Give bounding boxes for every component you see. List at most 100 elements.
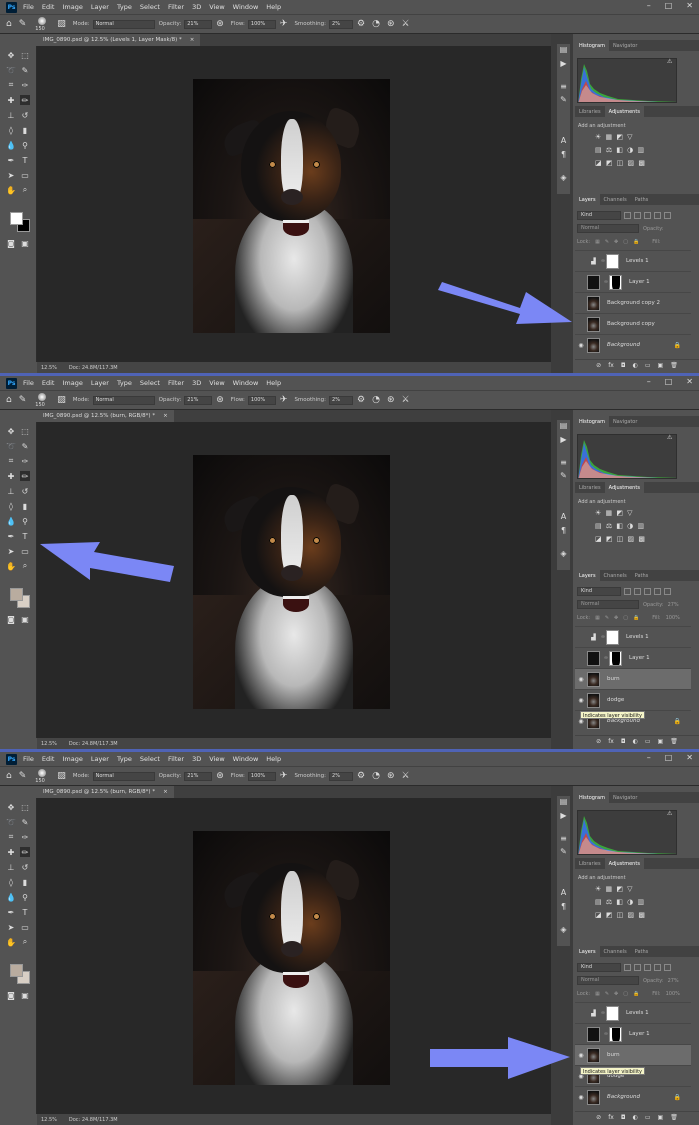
foreground-color-swatch[interactable] [10,212,23,225]
filter-pixel-icon[interactable] [624,588,631,595]
actions-icon[interactable]: ▶ [557,810,570,821]
pressure-size-icon[interactable]: ⊛ [387,19,395,29]
menu-window[interactable]: Window [233,379,259,387]
menu-3d[interactable]: 3D [192,755,201,763]
brush-tool-icon[interactable]: ✏ [20,847,30,857]
zoom-tool-icon[interactable]: ⌕ [20,561,30,571]
healing-brush-icon[interactable]: ✚ [6,847,16,857]
adjustment-buttons[interactable]: ☀ ▦ ◩ ▽ ▤ ⚖ ◧ ◑ ▥ ◪ ◩ ◫ ▨ ▩ [595,883,675,922]
dog-photo[interactable] [193,831,390,1085]
layer-thumbnail[interactable] [587,650,600,666]
brush-angle-icon[interactable]: ◔ [372,395,380,405]
lock-move-icon[interactable]: ✥ [614,239,618,245]
new-group-icon[interactable]: ▭ [645,1114,651,1121]
eye-visibility-icon[interactable]: ◉ [575,342,587,349]
pressure-opacity-icon[interactable]: ⊛ [216,395,224,405]
pressure-size-icon[interactable]: ⊛ [387,395,395,405]
new-layer-icon[interactable]: ▣ [658,738,664,745]
type-tool-icon[interactable]: T [20,531,30,541]
brush-angle-icon[interactable]: ◔ [372,19,380,29]
warning-icon[interactable]: ⚠ [667,58,672,65]
brush-settings-icon[interactable]: ✎ [557,470,570,481]
dodge-tool-icon[interactable]: ⚲ [20,140,30,150]
eye-visibility-icon[interactable]: ◉ [575,655,587,662]
new-layer-icon[interactable]: ▣ [658,362,664,369]
layer-mask-thumbnail[interactable] [609,274,622,290]
eye-visibility-icon[interactable]: ◉ [575,676,587,683]
trash-icon[interactable]: 🗑 [670,738,678,745]
tab-adjustments[interactable]: Adjustments [604,858,644,869]
history-brush-icon[interactable]: ↺ [20,110,30,120]
filter-adjust-icon[interactable] [634,964,641,971]
tab-paths[interactable]: Paths [631,946,653,957]
color-swatches[interactable] [10,964,32,986]
menu-help[interactable]: Help [266,3,281,11]
menu-select[interactable]: Select [140,755,160,763]
menu-edit[interactable]: Edit [42,3,55,11]
mode-select[interactable]: Normal [92,771,155,781]
foreground-color-swatch[interactable] [10,588,23,601]
clone-stamp-icon[interactable]: ⊥ [6,110,16,120]
tab-libraries[interactable]: Libraries [575,106,605,117]
history-brush-icon[interactable]: ↺ [20,862,30,872]
move-tool-icon[interactable]: ✥ [6,426,16,436]
lock-paint-icon[interactable]: ✎ [605,615,609,621]
trash-icon[interactable]: 🗑 [670,362,678,369]
filter-smart-icon[interactable] [664,964,671,971]
tab-channels[interactable]: Channels [600,946,631,957]
warning-icon[interactable]: ⚠ [667,434,672,441]
lock-all-icon[interactable]: 🔒 [633,615,639,621]
layer-thumbnail[interactable] [587,295,600,311]
menu-image[interactable]: Image [62,755,82,763]
tab-navigator[interactable]: Navigator [609,40,641,51]
crop-tool-icon[interactable]: ⌗ [6,832,16,842]
clone-stamp-icon[interactable]: ⊥ [6,862,16,872]
menu-3d[interactable]: 3D [192,379,201,387]
eye-visibility-icon[interactable]: ◉ [575,697,587,704]
flow-field[interactable]: 100% [247,395,276,405]
close-icon[interactable]: ✕ [686,377,693,386]
layer-thumbnail[interactable] [587,1026,600,1042]
layer-row[interactable]: ◉ Background copy 2 [575,292,691,313]
mode-select[interactable]: Normal [92,395,155,405]
shape-tool-icon[interactable]: ▭ [20,922,30,932]
menu-file[interactable]: File [23,755,34,763]
add-mask-icon[interactable]: ◘ [621,362,626,369]
move-tool-icon[interactable]: ✥ [6,802,16,812]
menu-help[interactable]: Help [266,379,281,387]
history-brush-icon[interactable]: ↺ [20,486,30,496]
tab-histogram[interactable]: Histogram [575,416,609,427]
brush-panel-icon[interactable]: ▨ [57,771,66,781]
color-swatches[interactable] [10,212,32,234]
fx-icon[interactable]: fx [608,362,614,369]
filter-pixel-icon[interactable] [624,964,631,971]
screen-mode-icon[interactable]: ▣ [20,990,30,1000]
minimize-icon[interactable]: – [647,753,651,762]
blur-tool-icon[interactable]: 💧 [6,892,16,902]
lock-move-icon[interactable]: ✥ [614,615,618,621]
flow-field[interactable]: 100% [247,771,276,781]
menu-window[interactable]: Window [233,3,259,11]
lock-all-icon[interactable]: 🔒 [633,239,639,245]
tab-libraries[interactable]: Libraries [575,858,605,869]
adjustment-row-1[interactable]: ☀ ▦ ◩ ▽ [595,507,675,520]
character-icon[interactable]: A [557,511,570,522]
menu-type[interactable]: Type [117,3,132,11]
hand-tool-icon[interactable]: ✋ [6,185,16,195]
layer-thumbnail[interactable] [587,274,600,290]
layer-mask-thumbnail[interactable] [606,1005,619,1021]
brush-preset-icon[interactable]: ✎ [19,395,27,405]
tab-histogram[interactable]: Histogram [575,792,609,803]
add-mask-icon[interactable]: ◘ [621,738,626,745]
layer-row[interactable]: ◉ Background 🔒 [575,334,691,355]
layer-thumbnail[interactable] [587,1089,600,1105]
menu-layer[interactable]: Layer [91,755,109,763]
foreground-color-swatch[interactable] [10,964,23,977]
layer-row[interactable]: ◉ Background copy [575,313,691,334]
properties-icon[interactable]: ≡ [557,457,570,468]
smoothing-field[interactable]: 2% [329,395,354,405]
eye-visibility-icon[interactable]: ◉ [575,258,587,265]
link-layers-icon[interactable]: ⊘ [596,738,601,745]
path-select-icon[interactable]: ➤ [6,922,16,932]
type-tool-icon[interactable]: T [20,155,30,165]
